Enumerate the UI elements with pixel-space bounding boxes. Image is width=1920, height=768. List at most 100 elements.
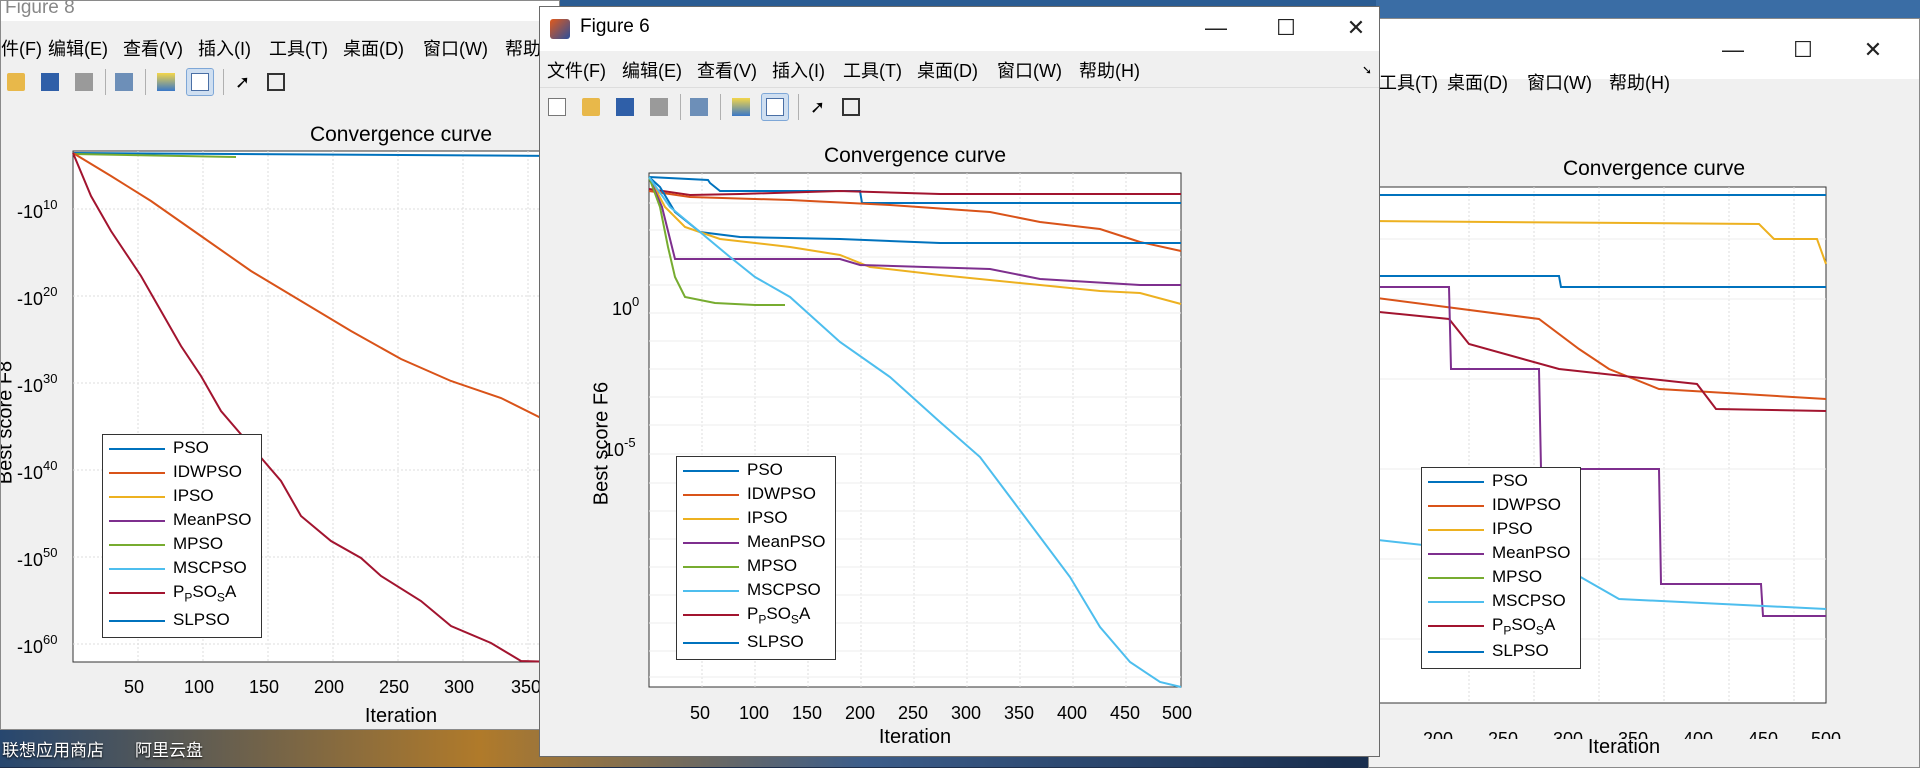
maximize-button[interactable]: ☐ bbox=[1781, 35, 1825, 65]
legend-label: IDWPSO bbox=[173, 462, 242, 481]
legend-label: MSCPSO bbox=[1492, 591, 1566, 610]
legend-label: MeanPSO bbox=[747, 532, 826, 551]
menu-window[interactable]: 窗口(W) bbox=[1527, 69, 1592, 95]
figure6-chart-title: Convergence curve bbox=[823, 144, 1007, 167]
legend-label: PSO bbox=[173, 438, 209, 457]
legend-label: MSCPSO bbox=[173, 558, 247, 577]
close-button[interactable]: ✕ bbox=[1851, 35, 1895, 65]
fig8-ytick: -1040 bbox=[17, 458, 57, 483]
property-editor-icon[interactable] bbox=[263, 69, 289, 95]
menu-view[interactable]: 查看(V) bbox=[123, 35, 183, 61]
print-icon[interactable] bbox=[646, 94, 672, 120]
legend-label: MPSO bbox=[173, 534, 224, 553]
save-icon[interactable] bbox=[612, 94, 638, 120]
figure8-menubar: 件(F) 编辑(E) 查看(V) 插入(I) 工具(T) 桌面(D) 窗口(W)… bbox=[1, 35, 559, 65]
menu-insert[interactable]: 插入(I) bbox=[772, 57, 825, 83]
menu-help[interactable]: 帮助 bbox=[505, 35, 541, 61]
menu-desktop[interactable]: 桌面(D) bbox=[1447, 69, 1508, 95]
figure8-legend: PSO IDWPSO IPSO MeanPSO MPSO MSCPSO PPSO… bbox=[102, 434, 262, 638]
fig7-xtick: 200 bbox=[1423, 729, 1453, 739]
dock-arrow-icon[interactable]: ➘ bbox=[1362, 63, 1372, 77]
fig6-xtick: 300 bbox=[951, 703, 981, 723]
menu-edit[interactable]: 编辑(E) bbox=[622, 57, 682, 83]
menu-tools[interactable]: 工具(T) bbox=[269, 35, 328, 61]
fig8-ytick: -1020 bbox=[17, 284, 57, 309]
print-preview-icon[interactable] bbox=[111, 69, 137, 95]
legend-label: PPSOSA bbox=[173, 582, 237, 605]
save-icon[interactable] bbox=[37, 69, 63, 95]
taskbar-strip bbox=[1376, 0, 1920, 18]
figure6-title: Figure 6 bbox=[580, 16, 650, 37]
figure7-xlabel: Iteration bbox=[1587, 736, 1661, 758]
desktop-icon-app-store[interactable]: 联想应用商店 bbox=[2, 736, 104, 761]
menu-insert[interactable]: 插入(I) bbox=[198, 35, 251, 61]
legend-label: IPSO bbox=[173, 486, 214, 505]
menu-window[interactable]: 窗口(W) bbox=[997, 57, 1062, 83]
figure6-plot: 100 10-5 50 100 150 200 250 300 350 400 … bbox=[604, 172, 1192, 723]
menu-tools[interactable]: 工具(T) bbox=[1379, 69, 1438, 95]
legend-label: MeanPSO bbox=[1492, 543, 1571, 562]
legend-label: PSO bbox=[747, 460, 783, 479]
new-figure-icon[interactable] bbox=[544, 94, 570, 120]
menu-edit[interactable]: 编辑(E) bbox=[48, 35, 108, 61]
figure8-titlebar: Figure 8 bbox=[1, 1, 559, 21]
matlab-logo-icon bbox=[550, 19, 570, 39]
desktop-icon-aliyun-drive[interactable]: 阿里云盘 bbox=[135, 736, 203, 761]
print-preview-icon[interactable] bbox=[686, 94, 712, 120]
minimize-button[interactable]: — bbox=[1194, 13, 1238, 43]
menu-help[interactable]: 帮助(H) bbox=[1079, 57, 1140, 83]
figure8-ylabel: Best score F8 bbox=[0, 360, 17, 485]
fig6-xtick: 350 bbox=[1004, 703, 1034, 723]
legend-label: IPSO bbox=[747, 508, 788, 527]
legend-label: IDWPSO bbox=[747, 484, 816, 503]
menu-file[interactable]: 文件(F) bbox=[547, 57, 606, 83]
menu-window[interactable]: 窗口(W) bbox=[423, 35, 488, 61]
legend-label: PPSOSA bbox=[1492, 615, 1556, 638]
figure6-window: Figure 6 — ☐ ✕ 文件(F) 编辑(E) 查看(V) 插入(I) 工… bbox=[539, 6, 1380, 757]
fig6-xtick: 450 bbox=[1110, 703, 1140, 723]
figure7-chart-title: Convergence curve bbox=[1562, 157, 1746, 180]
menu-desktop[interactable]: 桌面(D) bbox=[917, 57, 978, 83]
menu-file[interactable]: 件(F) bbox=[1, 35, 42, 61]
colorbar-icon[interactable] bbox=[728, 94, 754, 120]
pointer-icon[interactable]: ➚ bbox=[231, 69, 257, 95]
figure8-window: Figure 8 件(F) 编辑(E) 查看(V) 插入(I) 工具(T) 桌面… bbox=[0, 0, 560, 730]
legend-label: MeanPSO bbox=[173, 510, 252, 529]
legend-label: MPSO bbox=[747, 556, 798, 575]
legend-label: PSO bbox=[1492, 471, 1528, 490]
fig8-xtick: 100 bbox=[184, 677, 214, 697]
legend-icon[interactable] bbox=[761, 93, 789, 121]
menu-desktop[interactable]: 桌面(D) bbox=[343, 35, 404, 61]
legend-icon[interactable] bbox=[186, 68, 214, 96]
figure8-chart-title: Convergence curve bbox=[309, 123, 493, 146]
maximize-button[interactable]: ☐ bbox=[1264, 13, 1308, 43]
fig6-xtick: 100 bbox=[739, 703, 769, 723]
legend-label: SLPSO bbox=[173, 610, 230, 629]
legend-label: SLPSO bbox=[747, 632, 804, 651]
menu-help[interactable]: 帮助(H) bbox=[1609, 69, 1670, 95]
property-editor-icon[interactable] bbox=[838, 94, 864, 120]
open-icon[interactable] bbox=[578, 94, 604, 120]
print-icon[interactable] bbox=[71, 69, 97, 95]
menu-view[interactable]: 查看(V) bbox=[697, 57, 757, 83]
menu-tools[interactable]: 工具(T) bbox=[843, 57, 902, 83]
fig6-xtick: 250 bbox=[898, 703, 928, 723]
fig8-xtick: 350 bbox=[511, 677, 541, 697]
fig6-xtick: 500 bbox=[1162, 703, 1192, 723]
fig6-xtick: 400 bbox=[1057, 703, 1087, 723]
fig8-xtick: 250 bbox=[379, 677, 409, 697]
colorbar-icon[interactable] bbox=[153, 69, 179, 95]
figure7-window: — ☐ ✕ 工具(T) 桌面(D) 窗口(W) 帮助(H) Convergenc… bbox=[1368, 18, 1920, 768]
figure6-xlabel: Iteration bbox=[878, 726, 952, 748]
figure6-legend: PSO IDWPSO IPSO MeanPSO MPSO MSCPSO PPSO… bbox=[676, 456, 836, 660]
close-button[interactable]: ✕ bbox=[1334, 13, 1378, 43]
pointer-icon[interactable]: ➚ bbox=[806, 94, 832, 120]
fig8-xtick: 50 bbox=[124, 677, 144, 697]
fig8-xtick: 150 bbox=[249, 677, 279, 697]
minimize-button[interactable]: — bbox=[1711, 35, 1755, 65]
open-icon[interactable] bbox=[3, 69, 29, 95]
legend-label: MSCPSO bbox=[747, 580, 821, 599]
fig8-xtick: 200 bbox=[314, 677, 344, 697]
fig8-ytick: -1060 bbox=[17, 632, 57, 657]
fig7-xtick: 500 bbox=[1811, 729, 1841, 739]
